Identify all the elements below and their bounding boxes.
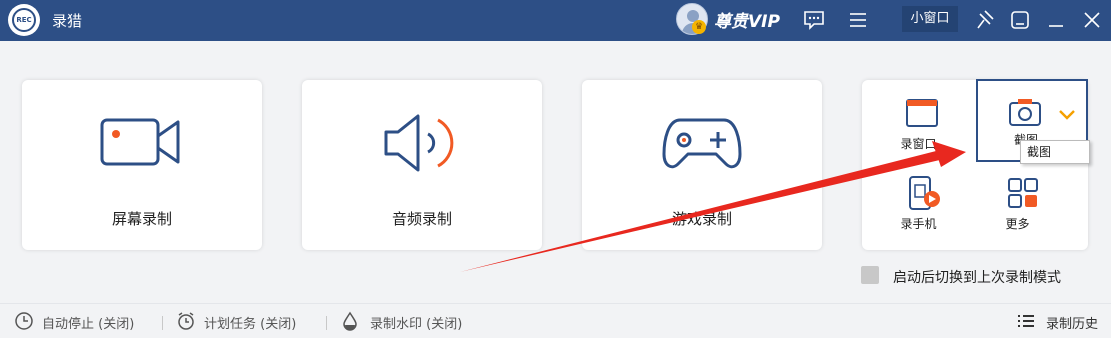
mini-window-button[interactable]: 小窗口 xyxy=(902,6,958,32)
more-option[interactable]: 更多 xyxy=(975,165,1088,250)
title-bar: REC 录猎 ♛ 尊贵VIP 小窗口 xyxy=(0,0,1111,41)
menu-icon[interactable] xyxy=(846,8,870,32)
schedule-task-button[interactable]: 计划任务 (关闭) xyxy=(204,313,296,332)
chat-icon[interactable] xyxy=(802,8,826,32)
auto-stop-button[interactable]: 自动停止 (关闭) xyxy=(42,313,134,332)
watermark-button[interactable]: 录制水印 (关闭) xyxy=(370,313,462,332)
window-record-option[interactable]: 录窗口 xyxy=(862,80,975,165)
list-icon xyxy=(1018,315,1034,327)
restore-mode-checkbox[interactable] xyxy=(861,266,879,284)
clock-icon xyxy=(15,312,33,330)
game-record-card[interactable]: 游戏录制 xyxy=(582,80,822,250)
skin-icon[interactable] xyxy=(1008,8,1032,32)
separator xyxy=(326,316,327,330)
app-title: 录猎 xyxy=(52,12,83,30)
camera-icon xyxy=(1009,99,1041,126)
audio-record-label: 音频录制 xyxy=(391,210,452,228)
pin-icon[interactable] xyxy=(972,8,996,32)
app-logo: REC xyxy=(8,4,40,36)
screen-record-card[interactable]: 屏幕录制 xyxy=(22,80,262,250)
window-record-icon xyxy=(906,99,938,127)
more-grid-icon xyxy=(1008,178,1038,208)
minimize-icon[interactable] xyxy=(1044,8,1068,32)
screenshot-tooltip: 截图 xyxy=(1020,140,1090,164)
logo-text: REC xyxy=(12,8,36,32)
alarm-clock-icon xyxy=(178,312,194,330)
separator xyxy=(162,316,163,330)
game-record-label: 游戏录制 xyxy=(671,210,732,228)
window-record-label: 录窗口 xyxy=(900,137,937,151)
vip-crown-icon: ♛ xyxy=(692,20,706,34)
audio-record-card[interactable]: 音频录制 xyxy=(302,80,542,250)
audio-record-icon xyxy=(384,114,454,172)
restore-mode-label[interactable]: 启动后切换到上次录制模式 xyxy=(893,267,1061,287)
chevron-down-icon[interactable] xyxy=(1058,109,1076,121)
vip-label[interactable]: 尊贵VIP xyxy=(714,7,780,32)
water-drop-icon xyxy=(343,311,357,331)
bottom-bar: 自动停止 (关闭) 计划任务 (关闭) 录制水印 (关闭) 录制历史 xyxy=(0,303,1111,338)
more-label: 更多 xyxy=(1005,217,1030,231)
phone-record-icon xyxy=(909,176,940,210)
screen-record-icon xyxy=(100,118,180,166)
phone-record-label: 录手机 xyxy=(900,217,937,231)
phone-record-option[interactable]: 录手机 xyxy=(862,165,975,250)
screen-record-label: 屏幕录制 xyxy=(111,210,172,228)
game-record-icon xyxy=(662,118,742,169)
record-history-button[interactable]: 录制历史 xyxy=(1046,313,1098,332)
close-icon[interactable] xyxy=(1080,8,1104,32)
